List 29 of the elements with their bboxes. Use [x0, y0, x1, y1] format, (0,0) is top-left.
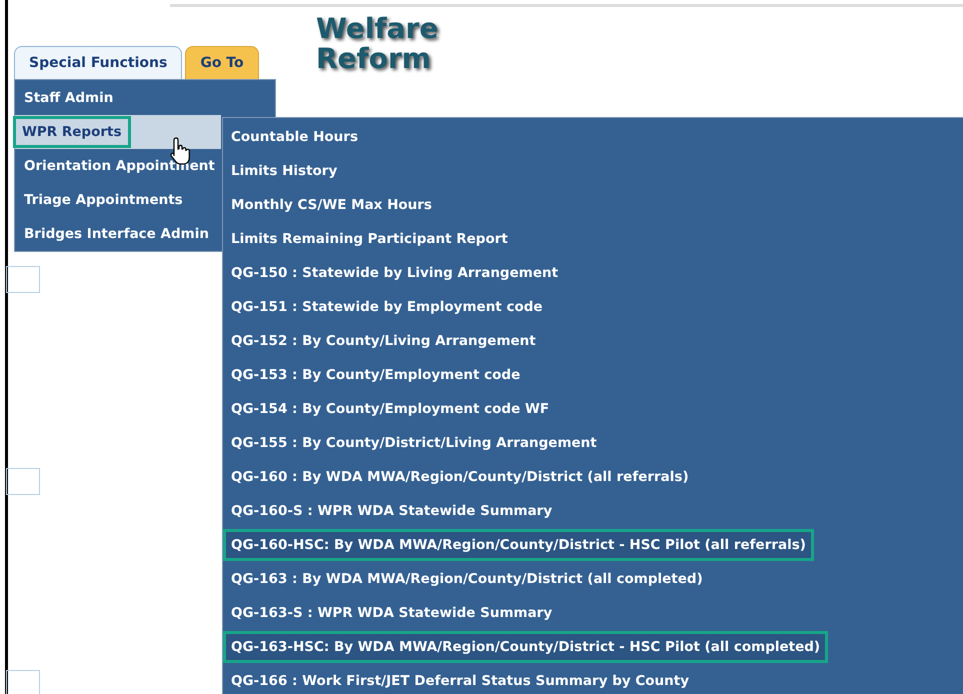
- submenu-item[interactable]: Countable Hours: [223, 120, 366, 154]
- submenu-item[interactable]: QG-150 : Statewide by Living Arrangement: [223, 256, 566, 290]
- menu-item[interactable]: Orientation Appointment: [15, 149, 224, 183]
- submenu-item[interactable]: QG-163-S : WPR WDA Statewide Summary: [223, 596, 560, 630]
- input-field[interactable]: [6, 266, 40, 293]
- menu-item[interactable]: Bridges Interface Admin: [15, 217, 221, 251]
- submenu-item[interactable]: Limits Remaining Participant Report: [223, 222, 516, 256]
- submenu-item[interactable]: QG-152 : By County/Living Arrangement: [223, 324, 544, 358]
- submenu-item[interactable]: QG-160 : By WDA MWA/Region/County/District (all referrals): [223, 460, 697, 494]
- menu-item[interactable]: WPR Reports: [15, 115, 221, 149]
- submenu-item[interactable]: QG-163-HSC: By WDA MWA/Region/County/District - HSC Pilot (all completed): [223, 630, 828, 664]
- submenu-item[interactable]: QG-166 : Work First/JET Deferral Status Summary by County: [223, 664, 698, 694]
- submenu-item[interactable]: QG-151 : Statewide by Employment code: [223, 290, 551, 324]
- input-field[interactable]: [6, 468, 40, 495]
- submenu-item[interactable]: QG-160-S : WPR WDA Statewide Summary: [223, 494, 560, 528]
- menu-tab[interactable]: Go To: [185, 46, 259, 79]
- menu-item[interactable]: Staff Admin: [15, 81, 221, 115]
- input-field[interactable]: [6, 670, 40, 694]
- submenu-item[interactable]: Monthly CS/WE Max Hours: [223, 188, 440, 222]
- menu-tab[interactable]: Special Functions: [14, 46, 182, 79]
- submenu-item[interactable]: Limits History: [223, 154, 346, 188]
- logo-text: Reform: [316, 44, 432, 74]
- submenu-item[interactable]: QG-154 : By County/Employment code WF: [223, 392, 558, 426]
- submenu-item[interactable]: QG-163 : By WDA MWA/Region/County/District (all completed): [223, 562, 711, 596]
- logo-text: Welfare: [316, 14, 438, 44]
- submenu-item[interactable]: QG-160-HSC: By WDA MWA/Region/County/District - HSC Pilot (all referrals): [223, 528, 814, 562]
- menu-item[interactable]: Triage Appointments: [15, 183, 221, 217]
- submenu-item[interactable]: QG-153 : By County/Employment code: [223, 358, 528, 392]
- submenu-item[interactable]: QG-155 : By County/District/Living Arrangement: [223, 426, 605, 460]
